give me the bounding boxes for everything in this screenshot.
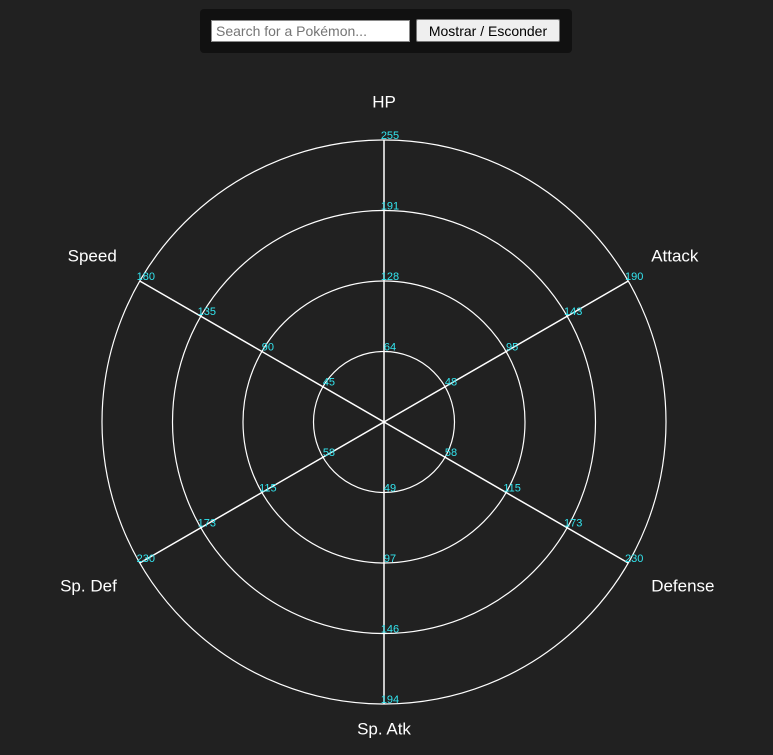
tick-label: 230 — [137, 553, 155, 565]
tick-label: 97 — [384, 553, 396, 565]
axis-labels-layer: HP Attack Defense Sp. Atk Sp. Def Speed — [60, 92, 714, 738]
tick-label: 143 — [564, 306, 582, 318]
tick-label: 45 — [323, 377, 335, 389]
tick-label: 58 — [445, 447, 457, 459]
tick-label: 64 — [384, 341, 396, 353]
tick-label: 180 — [137, 271, 155, 283]
tick-label: 255 — [381, 130, 399, 142]
tick-label: 48 — [445, 377, 457, 389]
tick-label: 230 — [625, 553, 643, 565]
axis-label-defense: Defense — [651, 576, 714, 595]
axis-label-attack: Attack — [651, 246, 699, 265]
axis-label-speed: Speed — [68, 246, 117, 265]
tick-label: 49 — [384, 482, 396, 494]
tick-label: 90 — [262, 341, 274, 353]
radar-chart: 64 128 191 255 48 95 143 190 58 115 173 230 49 97 146 1… — [60, 92, 714, 738]
tick-label: 173 — [198, 518, 216, 530]
axis-label-sp-def: Sp. Def — [60, 576, 117, 595]
tick-label: 95 — [506, 341, 518, 353]
tick-label: 194 — [381, 694, 399, 706]
tick-label: 135 — [198, 306, 216, 318]
axis-label-sp-atk: Sp. Atk — [357, 719, 411, 738]
tick-label: 128 — [381, 271, 399, 283]
tick-label: 115 — [503, 482, 521, 494]
tick-label: 191 — [381, 200, 399, 212]
tick-label: 190 — [625, 271, 643, 283]
tick-label: 58 — [323, 447, 335, 459]
tick-label: 173 — [564, 518, 582, 530]
tick-label: 115 — [259, 482, 277, 494]
spokes-layer — [139, 140, 629, 704]
tick-label: 146 — [381, 623, 399, 635]
axis-label-hp: HP — [372, 92, 396, 111]
